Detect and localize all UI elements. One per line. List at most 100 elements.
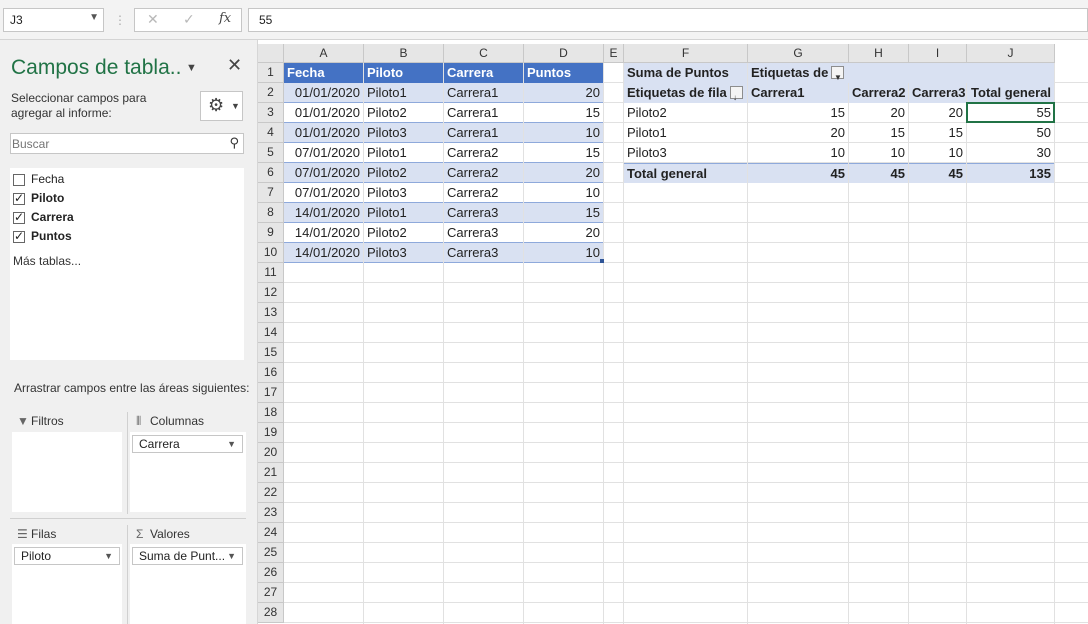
- table-header-carrera[interactable]: Carrera: [444, 63, 523, 83]
- table-cell[interactable]: 07/01/2020: [284, 143, 363, 163]
- table-cell[interactable]: Piloto1: [364, 203, 443, 223]
- row-header-5[interactable]: 5: [258, 143, 284, 163]
- table-cell[interactable]: Carrera1: [444, 83, 523, 103]
- row-header-25[interactable]: 25: [258, 543, 284, 563]
- table-cell[interactable]: 01/01/2020: [284, 83, 363, 103]
- table-cell[interactable]: Piloto2: [364, 103, 443, 123]
- pivot-column-labels[interactable]: Etiquetas de columna ▼: [748, 63, 1054, 83]
- row-header-4[interactable]: 4: [258, 123, 284, 143]
- checkbox[interactable]: ✓: [13, 229, 25, 243]
- row-header-16[interactable]: 16: [258, 363, 284, 383]
- table-cell[interactable]: 14/01/2020: [284, 223, 363, 243]
- table-cell[interactable]: Piloto3: [364, 183, 443, 203]
- table-cell[interactable]: Piloto1: [364, 143, 443, 163]
- row-header-7[interactable]: 7: [258, 183, 284, 203]
- table-resize-handle[interactable]: [600, 259, 604, 263]
- row-header-15[interactable]: 15: [258, 343, 284, 363]
- pivot-total-label[interactable]: Total general: [624, 163, 747, 183]
- table-cell[interactable]: Carrera3: [444, 223, 523, 243]
- column-header-h[interactable]: H: [849, 44, 909, 63]
- row-header-11[interactable]: 11: [258, 263, 284, 283]
- pivot-row-label[interactable]: Piloto1: [624, 123, 747, 143]
- filters-drop-area[interactable]: [12, 432, 122, 512]
- pivot-value-cell[interactable]: 10: [849, 143, 908, 163]
- name-box[interactable]: J3 ▼: [3, 8, 104, 32]
- values-drop-area[interactable]: Suma de Punt... ▼: [130, 544, 246, 624]
- column-header-b[interactable]: B: [364, 44, 444, 63]
- table-header-fecha[interactable]: Fecha: [284, 63, 363, 83]
- pivot-value-cell[interactable]: 20: [849, 103, 908, 123]
- pivot-total-cell[interactable]: 45: [748, 163, 848, 183]
- table-cell[interactable]: 15: [524, 103, 603, 123]
- row-header-1[interactable]: 1: [258, 63, 284, 83]
- table-cell[interactable]: 07/01/2020: [284, 163, 363, 183]
- row-header-12[interactable]: 12: [258, 283, 284, 303]
- table-cell[interactable]: 14/01/2020: [284, 203, 363, 223]
- column-header-a[interactable]: A: [284, 44, 364, 63]
- table-cell[interactable]: Piloto3: [364, 123, 443, 143]
- pivot-value-cell[interactable]: 15: [849, 123, 908, 143]
- table-cell[interactable]: Carrera3: [444, 203, 523, 223]
- pivot-total-cell[interactable]: 45: [849, 163, 908, 183]
- columns-chip-carrera[interactable]: Carrera ▼: [132, 435, 243, 453]
- row-header-20[interactable]: 20: [258, 443, 284, 463]
- column-header-j[interactable]: J: [967, 44, 1055, 63]
- table-cell[interactable]: Carrera1: [444, 123, 523, 143]
- field-carrera[interactable]: ✓ Carrera: [13, 209, 233, 227]
- table-cell[interactable]: Carrera1: [444, 103, 523, 123]
- more-tables-link[interactable]: Más tablas...: [13, 254, 81, 268]
- pivot-column-header[interactable]: Carrera3: [909, 83, 966, 103]
- pivot-value-cell[interactable]: 50: [967, 123, 1054, 143]
- field-fecha[interactable]: Fecha: [13, 171, 233, 189]
- cancel-icon[interactable]: ✕: [147, 11, 159, 28]
- pivot-row-label[interactable]: Piloto3: [624, 143, 747, 163]
- pivot-sum-label[interactable]: Suma de Puntos: [624, 63, 747, 83]
- checkbox[interactable]: ✓: [13, 191, 25, 205]
- insert-function-icon[interactable]: fx: [219, 11, 231, 26]
- column-header-i[interactable]: I: [909, 44, 967, 63]
- row-header-10[interactable]: 10: [258, 243, 284, 263]
- table-cell[interactable]: 10: [524, 183, 603, 203]
- field-piloto[interactable]: ✓ Piloto: [13, 190, 233, 208]
- row-header-8[interactable]: 8: [258, 203, 284, 223]
- row-header-9[interactable]: 9: [258, 223, 284, 243]
- search-icon[interactable]: ⚲: [229, 135, 239, 151]
- pivot-column-header[interactable]: Total general: [967, 83, 1054, 103]
- pivot-value-cell[interactable]: 30: [967, 143, 1054, 163]
- chevron-down-icon[interactable]: ▼: [227, 439, 236, 449]
- rows-drop-area[interactable]: Piloto ▼: [12, 544, 122, 624]
- pivot-row-sort-filter-button[interactable]: ↓: [730, 86, 743, 102]
- pane-options-chevron-icon[interactable]: ▼: [186, 62, 197, 74]
- table-cell[interactable]: Carrera2: [444, 183, 523, 203]
- row-header-18[interactable]: 18: [258, 403, 284, 423]
- table-cell[interactable]: 20: [524, 163, 603, 183]
- table-cell[interactable]: Carrera3: [444, 243, 523, 263]
- pivot-column-filter-button[interactable]: ▼: [831, 66, 844, 82]
- table-cell[interactable]: 10: [524, 123, 603, 143]
- row-header-6[interactable]: 6: [258, 163, 284, 183]
- table-cell[interactable]: Carrera2: [444, 143, 523, 163]
- tools-button[interactable]: ⚙ ▼: [200, 91, 243, 121]
- table-cell[interactable]: 01/01/2020: [284, 103, 363, 123]
- row-header-28[interactable]: 28: [258, 603, 284, 623]
- pivot-column-header[interactable]: Carrera2: [849, 83, 908, 103]
- pivot-value-cell[interactable]: 15: [748, 103, 848, 123]
- row-header-26[interactable]: 26: [258, 563, 284, 583]
- row-header-19[interactable]: 19: [258, 423, 284, 443]
- checkbox[interactable]: [13, 174, 25, 186]
- row-header-3[interactable]: 3: [258, 103, 284, 123]
- table-cell[interactable]: Piloto3: [364, 243, 443, 263]
- row-header-27[interactable]: 27: [258, 583, 284, 603]
- row-header-17[interactable]: 17: [258, 383, 284, 403]
- pivot-row-label[interactable]: Piloto2: [624, 103, 747, 123]
- pivot-value-cell[interactable]: 20: [909, 103, 966, 123]
- checkbox[interactable]: ✓: [13, 210, 25, 224]
- pivot-value-cell[interactable]: 10: [748, 143, 848, 163]
- table-cell[interactable]: Piloto2: [364, 163, 443, 183]
- row-header-21[interactable]: 21: [258, 463, 284, 483]
- field-puntos[interactable]: ✓ Puntos: [13, 228, 233, 246]
- table-cell[interactable]: 14/01/2020: [284, 243, 363, 263]
- formula-input[interactable]: 55: [248, 8, 1088, 32]
- row-header-23[interactable]: 23: [258, 503, 284, 523]
- column-header-d[interactable]: D: [524, 44, 604, 63]
